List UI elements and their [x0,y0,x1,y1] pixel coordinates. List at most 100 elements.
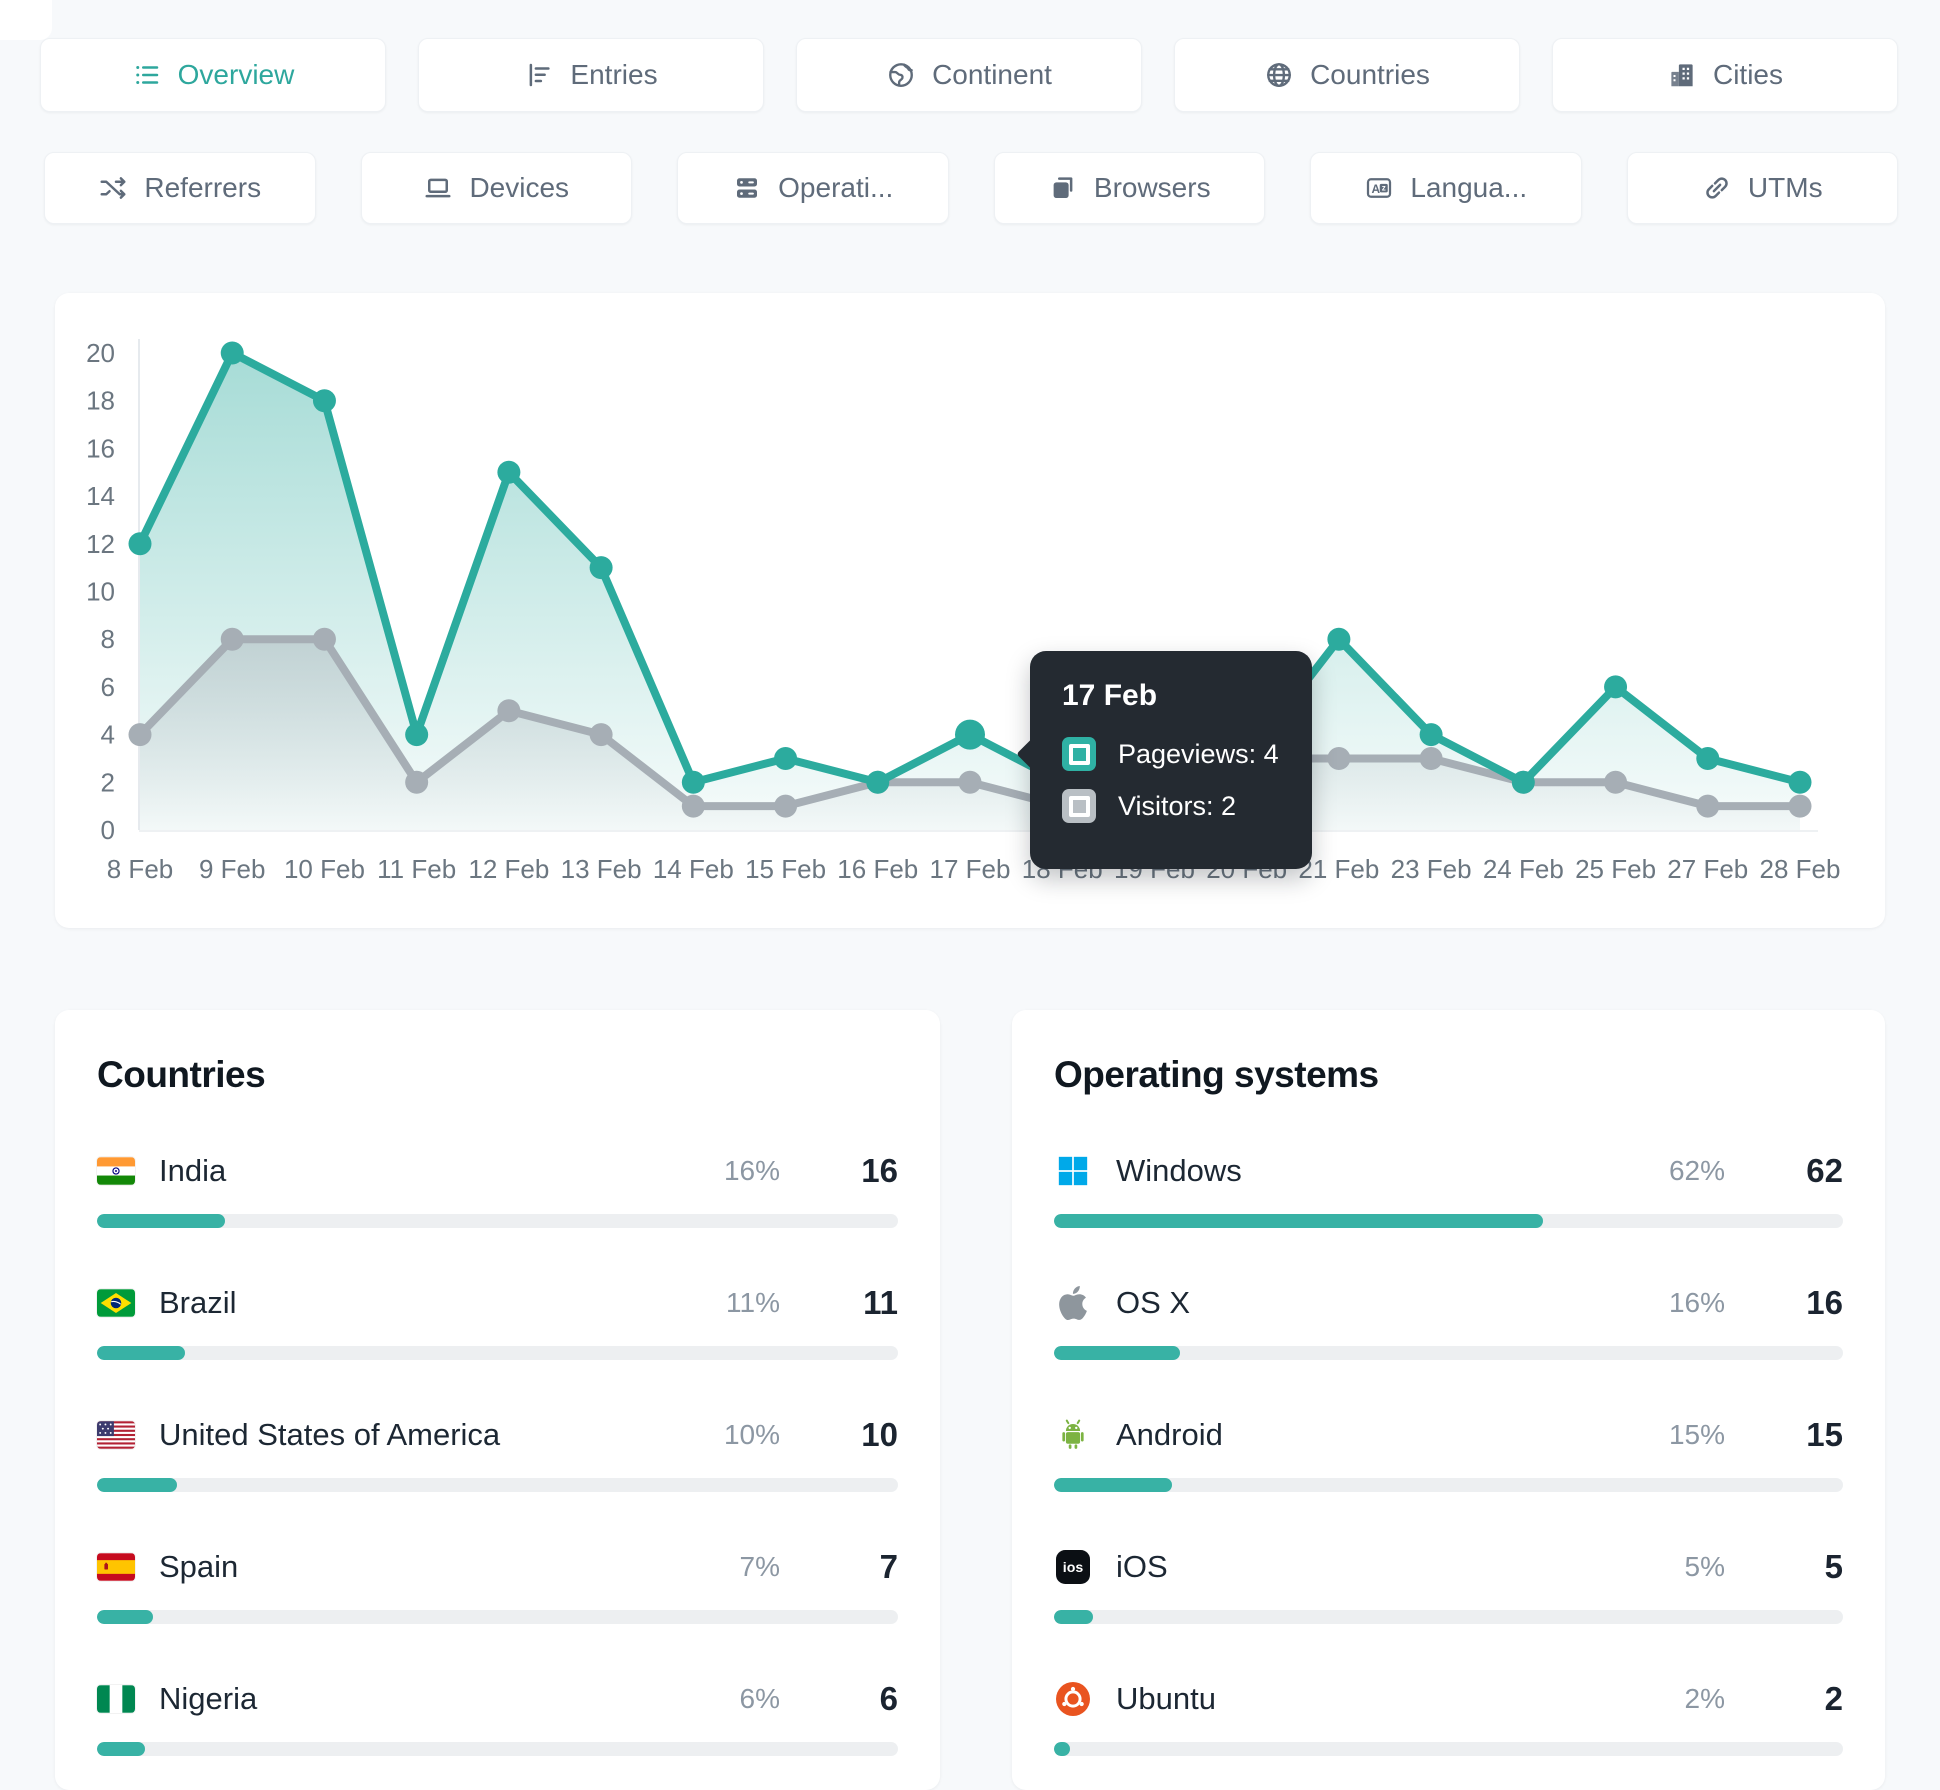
visitors-point[interactable] [1788,794,1812,818]
progress-fill [1054,1478,1173,1492]
country-name: Brazil [159,1285,237,1320]
country-name: United States of America [159,1417,501,1452]
x-tick-label: 14 Feb [653,854,734,884]
visitors-point[interactable] [405,770,429,794]
country-row-brazil[interactable]: Brazil 11% 11 [97,1284,898,1360]
visitors-point[interactable] [1327,746,1351,770]
visitors-point[interactable] [774,794,798,818]
progress-track [97,1478,898,1492]
tab-referrers[interactable]: Referrers [44,152,316,224]
bar-chart-icon [530,63,551,87]
os-row-ios[interactable]: ios iOS 5% 5 [1054,1548,1843,1624]
tab-label: Browsers [1093,172,1211,203]
visitors-point[interactable] [1696,794,1720,818]
country-percent: 6% [739,1683,780,1714]
tab-operating-systems[interactable]: Operati... [677,152,949,224]
os-row-windows[interactable]: Windows 62% 62 [1054,1152,1843,1228]
pageviews-point[interactable] [1511,770,1535,794]
visitors-point[interactable] [958,770,982,794]
os-percent: 62% [1668,1155,1725,1186]
pageviews-point[interactable] [1604,675,1628,699]
tab-label: UTMs [1747,172,1823,203]
tab-label: Countries [1310,59,1430,90]
country-row-usa[interactable]: United States of America 10% 10 [97,1416,898,1492]
x-tick-label: 23 Feb [1391,854,1472,884]
tab-utms[interactable]: UTMs [1626,152,1898,224]
x-tick-label: 28 Feb [1760,854,1841,884]
os-row-android[interactable]: Android 15% 15 [1054,1416,1843,1492]
country-row-spain[interactable]: Spain 7% 7 [97,1548,898,1624]
tab-countries[interactable]: Countries [1174,38,1520,112]
visitors-point[interactable] [312,627,336,651]
pageviews-point[interactable] [1327,627,1351,651]
svg-text:ios: ios [1063,1560,1084,1576]
x-tick-label: 17 Feb [930,854,1011,884]
y-tick-label: 20 [86,338,115,368]
country-percent: 7% [739,1551,780,1582]
tab-devices[interactable]: Devices [360,152,632,224]
visitors-point[interactable] [589,723,613,747]
traffic-area-chart: 0 2 4 6 8 10 12 14 16 18 20 8 Feb 9 Feb 10 Feb 11 Feb 1… [86,338,1841,884]
tooltip-pageviews-value: Pageviews: 4 [1118,738,1279,769]
tab-label: Overview [177,59,295,90]
os-name: Ubuntu [1116,1681,1216,1716]
os-count: 2 [1824,1680,1843,1717]
pageviews-point[interactable] [220,341,244,365]
y-tick-label: 12 [86,529,115,559]
y-tick-label: 6 [101,672,115,702]
pageviews-point[interactable] [681,770,705,794]
chart-tooltip: 17 Feb Pageviews: 4 Visitors: 2 [1016,651,1312,869]
pageviews-point[interactable] [589,556,613,580]
list-icon [135,66,158,84]
pageviews-point[interactable] [1696,746,1720,770]
pageviews-point[interactable] [312,389,336,413]
pageviews-point[interactable] [128,532,152,556]
country-count: 6 [879,1680,898,1717]
tab-row-secondary: Referrers Devices Operati... Browsers A … [0,152,1940,224]
tab-cities[interactable]: Cities [1552,38,1898,112]
pageviews-point[interactable] [955,719,985,750]
tab-label: Referrers [144,172,262,203]
country-percent: 11% [726,1287,780,1318]
os-count: 16 [1806,1284,1843,1321]
tab-entries[interactable]: Entries [418,38,764,112]
visitors-point[interactable] [1419,746,1443,770]
tooltip-date: 17 Feb [1062,679,1158,712]
os-row-osx[interactable]: OS X 16% 16 [1054,1284,1843,1360]
os-percent: 5% [1684,1551,1725,1582]
os-percent: 16% [1668,1287,1725,1318]
os-row-ubuntu[interactable]: Ubuntu 2% 2 [1054,1680,1843,1756]
link-icon [1706,177,1728,199]
visitors-point[interactable] [220,627,244,651]
tab-browsers[interactable]: Browsers [993,152,1265,224]
visitors-legend-swatch [1062,789,1096,823]
tab-continent[interactable]: Continent [796,38,1142,112]
pageviews-point[interactable] [497,460,521,484]
visitors-point[interactable] [497,699,521,723]
os-percent: 15% [1668,1419,1725,1450]
tab-languages[interactable]: A z Langua... [1310,152,1582,224]
y-tick-label: 2 [101,767,115,797]
x-tick-label: 25 Feb [1575,854,1656,884]
pageviews-point[interactable] [1419,723,1443,747]
x-tick-label: 11 Feb [377,854,456,884]
os-count: 62 [1806,1152,1843,1189]
country-count: 10 [861,1416,898,1453]
pageviews-point[interactable] [866,770,890,794]
pageviews-point[interactable] [1788,770,1812,794]
os-name: Windows [1116,1153,1242,1188]
progress-track [1054,1742,1843,1756]
country-row-india[interactable]: India 16% 16 [97,1152,898,1228]
country-row-nigeria[interactable]: Nigeria 6% 6 [97,1680,898,1756]
earth-icon [889,63,914,87]
tab-overview[interactable]: Overview [40,38,386,112]
country-name: Spain [159,1549,239,1584]
visitors-point[interactable] [681,794,705,818]
laptop-icon [425,178,451,198]
apple-logo-icon [1054,1284,1092,1322]
pageviews-point[interactable] [774,746,798,770]
visitors-point[interactable] [128,723,152,747]
visitors-point[interactable] [1604,770,1628,794]
y-tick-label: 10 [86,577,115,607]
pageviews-point[interactable] [405,723,429,747]
